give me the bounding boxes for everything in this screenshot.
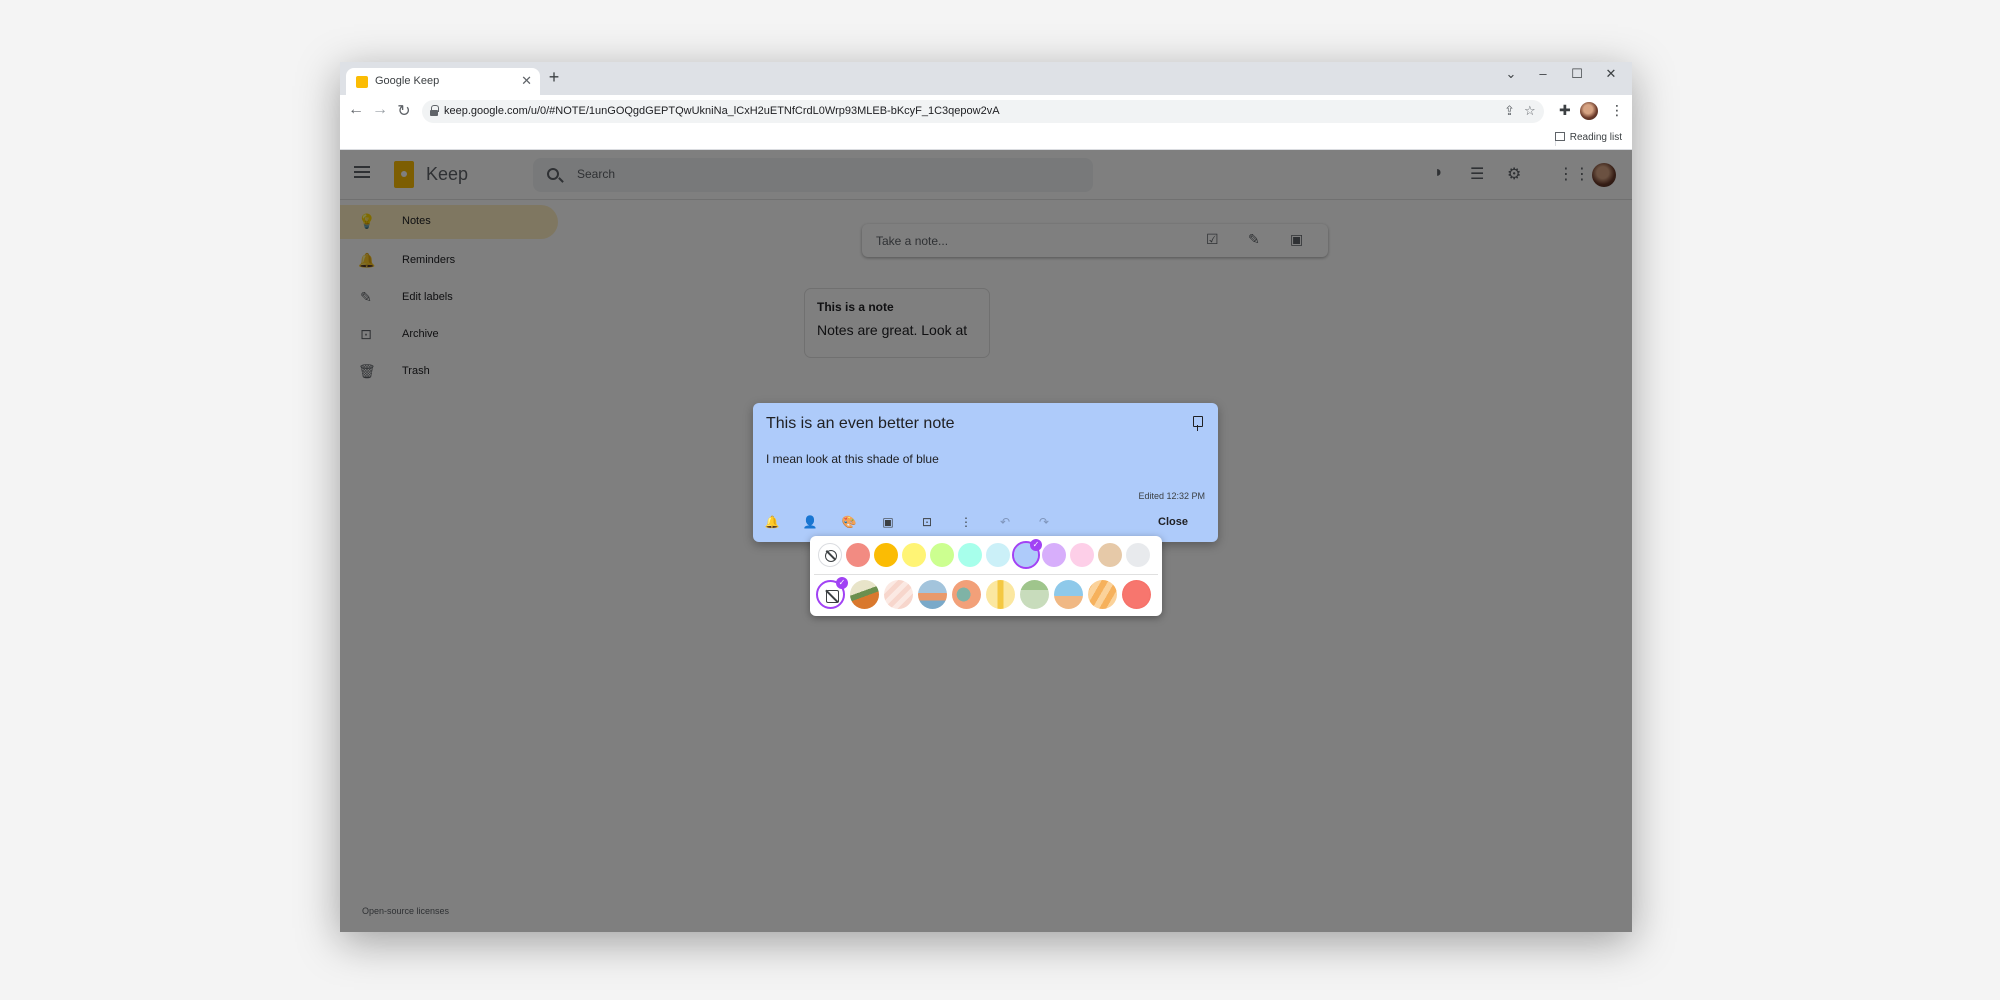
chrome-menu-icon[interactable]: ⋮	[1610, 102, 1624, 119]
color-swatch-fog[interactable]	[986, 543, 1010, 567]
close-window-button[interactable]: ✕	[1594, 66, 1628, 82]
add-image-icon[interactable]: ▣	[880, 515, 896, 529]
bookmark-bar: Reading list	[340, 128, 1632, 150]
pin-icon[interactable]	[1192, 416, 1203, 431]
extensions-puzzle-icon[interactable]: ✚	[1559, 102, 1571, 119]
forward-arrow-icon[interactable]: →	[370, 101, 390, 119]
remind-me-icon[interactable]: 🔔	[764, 515, 780, 529]
color-swatch-sand[interactable]	[902, 543, 926, 567]
check-icon: ✓	[836, 577, 848, 589]
background-recipes[interactable]	[952, 580, 981, 609]
color-swatch-coral[interactable]	[846, 543, 870, 567]
background-none[interactable]: ✓	[816, 577, 848, 609]
archive-icon[interactable]: ⊡	[919, 515, 935, 529]
collaborator-icon[interactable]: 👤	[802, 515, 818, 529]
new-tab-button[interactable]: +	[542, 67, 566, 88]
browser-window: Google Keep ✕ + ⌄ – ☐ ✕ ← → ↻ keep.googl…	[340, 62, 1632, 932]
reload-icon[interactable]: ↻	[394, 101, 414, 121]
background-places[interactable]	[1020, 580, 1049, 609]
background-music[interactable]	[918, 580, 947, 609]
no-color-icon	[825, 550, 837, 562]
check-icon: ✓	[1030, 539, 1042, 551]
reading-list-label: Reading list	[1569, 132, 1622, 143]
address-bar[interactable]: keep.google.com/u/0/#NOTE/1unGOQgdGEPTQw…	[422, 100, 1544, 123]
reading-list-icon	[1554, 132, 1565, 141]
color-palette: ✓ ✓	[810, 536, 1162, 616]
maximize-button[interactable]: ☐	[1560, 66, 1594, 82]
color-swatch-chalk[interactable]	[1126, 543, 1150, 567]
more-options-icon[interactable]: ⋮	[958, 515, 974, 529]
url-text: keep.google.com/u/0/#NOTE/1unGOQgdGEPTQw…	[444, 105, 1000, 117]
keep-app: Keep ◗ ☰ ⚙ ⋮⋮ 💡 Notes 🔔 Reminders ✎ Edit	[340, 150, 1632, 932]
open-note-editor: This is an even better note I mean look …	[753, 403, 1218, 542]
palette-divider	[814, 574, 1158, 575]
note-body[interactable]: I mean look at this shade of blue	[766, 452, 939, 466]
color-swatch-clay[interactable]	[1098, 543, 1122, 567]
tab-title: Google Keep	[375, 75, 440, 87]
background-food[interactable]	[884, 580, 913, 609]
tab-google-keep[interactable]: Google Keep ✕	[346, 68, 540, 95]
background-notes[interactable]	[986, 580, 1015, 609]
color-swatch-sage[interactable]	[958, 543, 982, 567]
edited-timestamp: Edited 12:32 PM	[1138, 491, 1205, 501]
undo-icon[interactable]: ↶	[997, 515, 1013, 529]
lock-icon	[430, 105, 439, 116]
no-image-icon	[826, 590, 839, 603]
color-swatch-peach[interactable]	[874, 543, 898, 567]
color-swatch-mint[interactable]	[930, 543, 954, 567]
color-swatch-dusk[interactable]	[1042, 543, 1066, 567]
background-groceries[interactable]	[850, 580, 879, 609]
tab-close-icon[interactable]: ✕	[521, 73, 532, 89]
tab-search-chevron-icon[interactable]: ⌄	[1494, 66, 1528, 82]
minimize-button[interactable]: –	[1526, 66, 1560, 81]
profile-avatar[interactable]	[1580, 102, 1598, 120]
background-travel[interactable]	[1054, 580, 1083, 609]
keep-favicon-icon	[356, 76, 368, 88]
back-arrow-icon[interactable]: ←	[346, 101, 366, 119]
color-swatch-default[interactable]	[818, 543, 842, 567]
bookmark-star-icon[interactable]: ☆	[1524, 103, 1536, 119]
tab-bar: Google Keep ✕ + ⌄ – ☐ ✕	[340, 62, 1632, 95]
background-video[interactable]	[1088, 580, 1117, 609]
share-icon[interactable]: ⇪	[1504, 103, 1515, 119]
background-celebration[interactable]	[1122, 580, 1151, 609]
reading-list-button[interactable]: Reading list	[1554, 132, 1622, 143]
redo-icon[interactable]: ↷	[1036, 515, 1052, 529]
color-swatch-storm[interactable]: ✓	[1012, 539, 1042, 569]
palette-icon[interactable]: 🎨	[841, 515, 857, 529]
close-button[interactable]: Close	[1158, 516, 1188, 528]
browser-toolbar: ← → ↻ keep.google.com/u/0/#NOTE/1unGOQgd…	[340, 95, 1632, 128]
color-swatch-blossom[interactable]	[1070, 543, 1094, 567]
note-title[interactable]: This is an even better note	[766, 415, 955, 433]
